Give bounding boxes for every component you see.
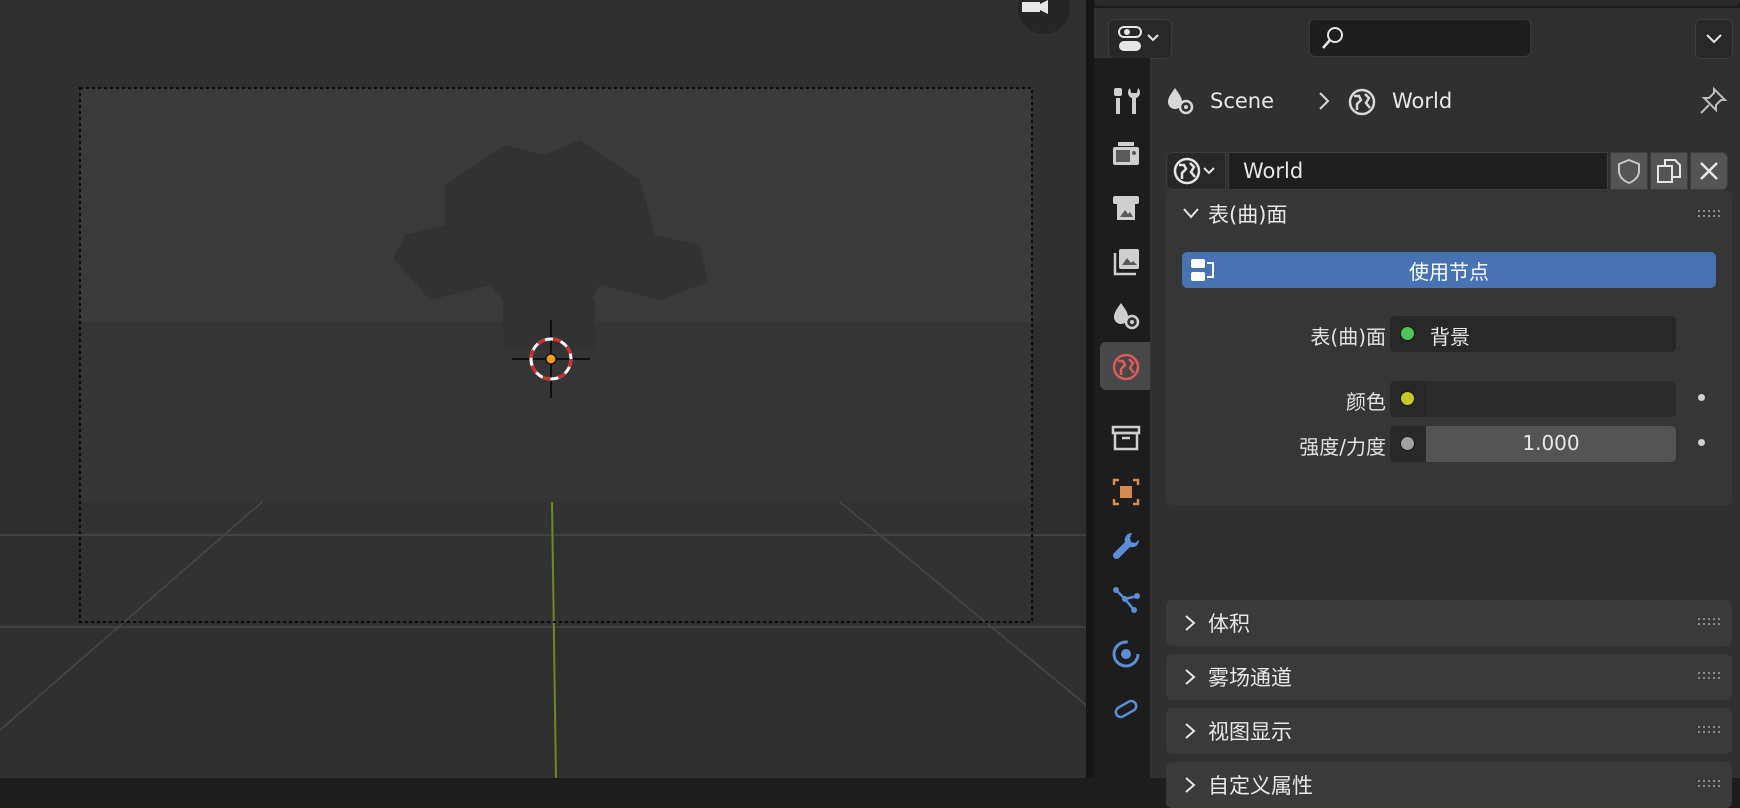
custom-properties-panel-title: 自定义属性 xyxy=(1208,774,1313,798)
physics-icon xyxy=(1112,640,1140,668)
tab-collection[interactable] xyxy=(1100,414,1152,462)
world-icon xyxy=(1348,88,1376,116)
drag-handle-icon[interactable] xyxy=(1698,672,1720,682)
breadcrumb-scene: Scene xyxy=(1164,84,1274,118)
drag-handle-icon[interactable] xyxy=(1698,780,1720,790)
drag-handle-icon[interactable] xyxy=(1698,726,1720,736)
mist-panel-title: 雾场通道 xyxy=(1208,666,1292,690)
tab-particles[interactable] xyxy=(1100,576,1152,624)
properties-editor: Scene World World 表(曲)面 使用节点 表(曲)面 背景 颜色… xyxy=(1094,0,1740,808)
drag-handle-icon[interactable] xyxy=(1698,210,1720,220)
keyframe-dot-strength[interactable] xyxy=(1698,439,1705,446)
value-socket-icon xyxy=(1400,436,1415,451)
properties-tabs xyxy=(1094,58,1152,778)
volume-panel-title: 体积 xyxy=(1208,612,1250,636)
chevron-right-icon xyxy=(1185,723,1196,739)
duplicate-button[interactable] xyxy=(1650,152,1688,190)
scene-icon xyxy=(1114,303,1140,330)
particles-icon xyxy=(1113,587,1140,613)
strength-field[interactable]: 1.000 xyxy=(1390,426,1676,462)
world-icon xyxy=(1112,353,1140,381)
view-layer-icon xyxy=(1113,249,1139,276)
constraints-icon xyxy=(1114,699,1138,719)
surface-panel-title: 表(曲)面 xyxy=(1208,203,1288,227)
tab-world[interactable] xyxy=(1100,342,1152,390)
tab-constraints[interactable] xyxy=(1100,684,1152,732)
color-swatch[interactable] xyxy=(1426,381,1676,417)
search-input[interactable] xyxy=(1309,19,1531,57)
use-nodes-label: 使用节点 xyxy=(1409,259,1489,284)
breadcrumb-world-label: World xyxy=(1392,89,1453,113)
surface-shader-value: 背景 xyxy=(1430,325,1470,349)
mist-pass-panel[interactable]: 雾场通道 xyxy=(1166,654,1732,700)
chevron-right-icon xyxy=(1185,615,1196,631)
shield-icon xyxy=(1618,158,1640,185)
surface-row-label: 表(曲)面 xyxy=(1310,325,1386,349)
surface-shader-selector[interactable]: 背景 xyxy=(1390,316,1676,352)
node-tree-icon xyxy=(1191,259,1214,281)
editor-type-button[interactable] xyxy=(1108,19,1172,59)
world-name-field[interactable]: World xyxy=(1228,152,1608,190)
browse-world-button[interactable] xyxy=(1166,152,1226,190)
surface-panel: 表(曲)面 使用节点 表(曲)面 背景 颜色 强度/力度 1.000 xyxy=(1166,190,1732,505)
search-icon xyxy=(1322,27,1343,49)
breadcrumb-scene-label: Scene xyxy=(1210,89,1275,113)
tool-icon xyxy=(1114,88,1140,114)
volume-panel[interactable]: 体积 xyxy=(1166,600,1732,646)
output-icon xyxy=(1113,196,1139,220)
tab-modifiers[interactable] xyxy=(1100,522,1152,570)
shader-socket-icon xyxy=(1400,326,1415,341)
properties-header xyxy=(1094,8,1740,68)
chevron-right-icon xyxy=(1185,669,1196,685)
chevron-down-icon xyxy=(1183,208,1199,219)
options-dropdown-button[interactable] xyxy=(1695,19,1733,59)
3d-viewport[interactable] xyxy=(0,0,1086,778)
viewport-display-panel[interactable]: 视图显示 xyxy=(1166,708,1732,754)
use-nodes-button[interactable]: 使用节点 xyxy=(1182,252,1716,288)
object-icon xyxy=(1112,478,1140,506)
world-datablock-selector: World xyxy=(1166,152,1728,190)
world-icon xyxy=(1173,157,1215,185)
strength-row-label: 强度/力度 xyxy=(1299,435,1386,459)
tab-physics[interactable] xyxy=(1100,630,1152,678)
scene-icon xyxy=(1168,88,1194,115)
viewport-display-panel-title: 视图显示 xyxy=(1208,720,1292,744)
tab-output[interactable] xyxy=(1100,184,1152,232)
breadcrumb-world: World xyxy=(1346,84,1452,118)
surface-panel-header[interactable]: 表(曲)面 xyxy=(1166,190,1732,238)
pin-icon[interactable] xyxy=(1698,86,1728,116)
camera-toggle-icon xyxy=(1022,0,1048,14)
chevron-down-icon xyxy=(1706,34,1722,44)
tab-object[interactable] xyxy=(1100,468,1152,516)
top-area-edge xyxy=(1094,0,1740,8)
drag-handle-icon[interactable] xyxy=(1698,618,1720,628)
collection-icon xyxy=(1111,425,1141,451)
strength-value: 1.000 xyxy=(1522,431,1580,455)
chevron-right-icon xyxy=(1319,92,1330,110)
properties-content: Scene World World 表(曲)面 使用节点 表(曲)面 背景 颜色… xyxy=(1150,68,1740,808)
tab-render[interactable] xyxy=(1100,130,1152,178)
duplicate-icon xyxy=(1657,159,1681,183)
color-row-label: 颜色 xyxy=(1346,390,1386,414)
fake-user-button[interactable] xyxy=(1610,152,1648,190)
tab-tool[interactable] xyxy=(1100,76,1152,124)
wrench-icon xyxy=(1112,532,1140,560)
viewport-scene xyxy=(0,87,1086,778)
tab-scene[interactable] xyxy=(1100,292,1152,340)
color-field[interactable] xyxy=(1390,381,1676,417)
tab-view-layer[interactable] xyxy=(1100,238,1152,286)
close-icon xyxy=(1700,162,1718,180)
unlink-button[interactable] xyxy=(1690,152,1728,190)
render-icon xyxy=(1113,142,1139,165)
keyframe-dot-color[interactable] xyxy=(1698,394,1705,401)
custom-properties-panel[interactable]: 自定义属性 xyxy=(1166,762,1732,808)
properties-editor-icon xyxy=(1118,26,1159,51)
area-divider[interactable] xyxy=(1086,0,1094,778)
chevron-right-icon xyxy=(1185,777,1196,793)
color-socket-icon xyxy=(1400,391,1415,406)
